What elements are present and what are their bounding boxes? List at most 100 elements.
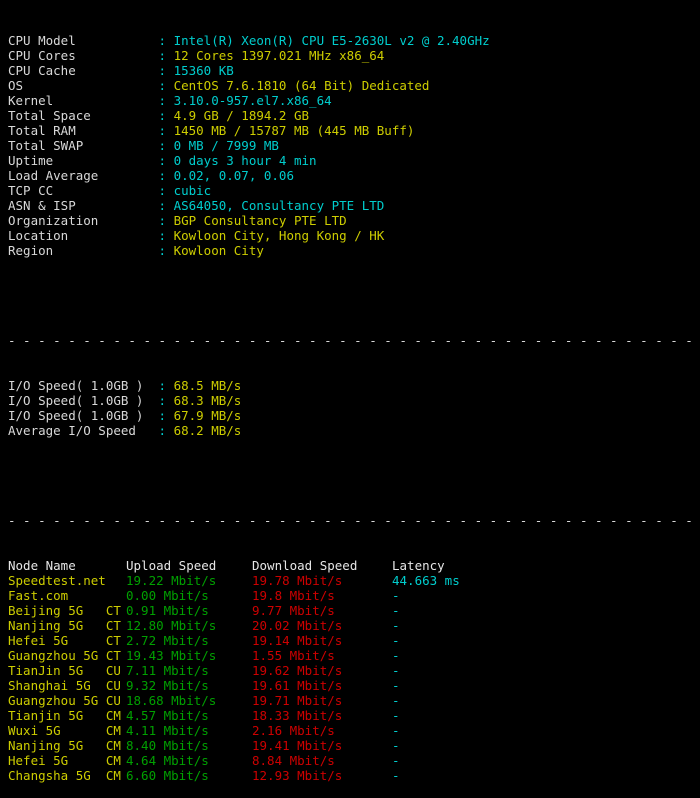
io-speed-label: I/O Speed( 1.0GB ) [8,408,159,423]
cell-upload-speed: 4.57 Mbit/s [126,708,209,723]
info-label: Total Space [8,108,159,123]
cell-download-speed: 18.33 Mbit/s [252,708,343,723]
info-value: 0 MB / 7999 MB [173,138,279,153]
cell-upload-speed: 18.68 Mbit/s [126,693,217,708]
info-value: 0 days 3 hour 4 min [173,153,317,168]
node-name-text: Speedtest.net [8,573,106,588]
info-row: Total Space : 4.9 GB / 1894.2 GB [8,108,700,123]
info-label: CPU Model [8,33,159,48]
io-speed-label: I/O Speed( 1.0GB ) [8,393,159,408]
cell-node-name: Tianjin 5G CM [8,708,126,723]
table-row: TianJin 5G CU 7.11 Mbit/s 19.62 Mbit/s - [8,663,700,678]
info-value: AS64050, Consultancy PTE LTD [173,198,385,213]
io-speed-colon: : [158,408,174,423]
info-label: OS [8,78,159,93]
cell-node-name: Shanghai 5G CU [8,678,126,693]
table-row: Changsha 5G CM 6.60 Mbit/s 12.93 Mbit/s - [8,768,700,783]
cell-upload-speed: 8.40 Mbit/s [126,738,209,753]
cell-upload-speed: 0.91 Mbit/s [126,603,209,618]
cell-upload-speed: 19.43 Mbit/s [126,648,217,663]
info-colon: : [158,123,174,138]
cell-upload-speed: 4.64 Mbit/s [126,753,209,768]
cell-node-name: Changsha 5G CM [8,768,126,783]
cell-download-speed: 2.16 Mbit/s [252,723,335,738]
table-row: Fast.com 0.00 Mbit/s 19.8 Mbit/s - [8,588,700,603]
column-header-node-name: Node Name [8,558,76,573]
info-colon: : [158,78,174,93]
table-row: Nanjing 5G CT 12.80 Mbit/s 20.02 Mbit/s - [8,618,700,633]
separator-line-bottom: - - - - - - - - - - - - - - - - - - - - … [8,513,700,528]
table-row: Tianjin 5G CM 4.57 Mbit/s 18.33 Mbit/s - [8,708,700,723]
info-label: Location [8,228,159,243]
info-value: Intel(R) Xeon(R) CPU E5-2630L v2 @ 2.40G… [173,33,490,48]
terminal-window[interactable]: CPU Model : Intel(R) Xeon(R) CPU E5-2630… [0,0,700,783]
info-colon: : [158,198,174,213]
table-row: Speedtest.net 19.22 Mbit/s 19.78 Mbit/s 44.… [8,573,700,588]
cell-node-name: TianJin 5G CU [8,663,126,678]
io-speed-colon: : [158,393,174,408]
isp-code: CM [105,738,121,753]
cell-latency: - [392,738,400,753]
table-row: Hefei 5G CT 2.72 Mbit/s 19.14 Mbit/s - [8,633,700,648]
cell-node-name: Hefei 5G CM [8,753,126,768]
cell-latency: - [392,648,400,663]
cell-node-name: Guangzhou 5G CT [8,648,126,663]
cell-node-name: Hefei 5G CT [8,633,126,648]
info-label: ASN & ISP [8,198,159,213]
cell-node-name: Nanjing 5G CM [8,738,126,753]
cell-download-speed: 19.14 Mbit/s [252,633,343,648]
info-row: Total RAM : 1450 MB / 15787 MB (445 MB B… [8,123,700,138]
isp-code: CM [105,753,121,768]
cell-download-speed: 1.55 Mbit/s [252,648,335,663]
column-header-latency: Latency [392,558,445,573]
info-label: Load Average [8,168,159,183]
info-label: CPU Cache [8,63,159,78]
node-name-text: Changsha 5G [8,768,106,783]
io-speed-colon: : [158,378,174,393]
info-value: 15360 KB [173,63,234,78]
io-speed-value: 68.2 MB/s [173,423,242,438]
info-colon: : [158,138,174,153]
info-label: CPU Cores [8,48,159,63]
table-row: Guangzhou 5G CU 18.68 Mbit/s 19.71 Mbit/s - [8,693,700,708]
separator-line-top: - - - - - - - - - - - - - - - - - - - - … [8,333,700,348]
info-value: cubic [173,183,212,198]
table-row: Wuxi 5G CM 4.11 Mbit/s 2.16 Mbit/s - [8,723,700,738]
cell-upload-speed: 9.32 Mbit/s [126,678,209,693]
cell-download-speed: 19.61 Mbit/s [252,678,343,693]
info-label: TCP CC [8,183,159,198]
io-speed-label: I/O Speed( 1.0GB ) [8,378,159,393]
io-speed-value: 67.9 MB/s [173,408,242,423]
info-row: CPU Cores : 12 Cores 1397.021 MHz x86_64 [8,48,700,63]
info-row: OS : CentOS 7.6.1810 (64 Bit) Dedicated [8,78,700,93]
info-colon: : [158,93,174,108]
io-speed-value: 68.5 MB/s [173,378,242,393]
info-row: ASN & ISP : AS64050, Consultancy PTE LTD [8,198,700,213]
io-speed-row: I/O Speed( 1.0GB ) : 68.3 MB/s [8,393,700,408]
info-row: Total SWAP : 0 MB / 7999 MB [8,138,700,153]
cell-download-speed: 19.8 Mbit/s [252,588,335,603]
table-row: Nanjing 5G CM 8.40 Mbit/s 19.41 Mbit/s - [8,738,700,753]
table-header-row: Node Name Upload Speed Download Speed Laten… [8,558,700,573]
io-speed-row: I/O Speed( 1.0GB ) : 68.5 MB/s [8,378,700,393]
io-speed-label: Average I/O Speed [8,423,159,438]
node-name-text: Nanjing 5G [8,738,106,753]
column-header-upload-speed: Upload Speed [126,558,217,573]
node-name-text: Hefei 5G [8,633,106,648]
io-speed-row: Average I/O Speed : 68.2 MB/s [8,423,700,438]
column-header-download-speed: Download Speed [252,558,358,573]
isp-code: CT [105,633,121,648]
cell-latency: - [392,633,400,648]
node-name-text: Shanghai 5G [8,678,106,693]
info-row: CPU Cache : 15360 KB [8,63,700,78]
system-info-block: CPU Model : Intel(R) Xeon(R) CPU E5-2630… [8,33,700,258]
node-name-text: Beijing 5G [8,603,106,618]
cell-latency: - [392,708,400,723]
io-speed-colon: : [158,423,174,438]
isp-code: CT [105,618,121,633]
info-colon: : [158,213,174,228]
info-value: 1450 MB / 15787 MB (445 MB Buff) [173,123,415,138]
info-row: Uptime : 0 days 3 hour 4 min [8,153,700,168]
cell-node-name: Speedtest.net [8,573,126,588]
